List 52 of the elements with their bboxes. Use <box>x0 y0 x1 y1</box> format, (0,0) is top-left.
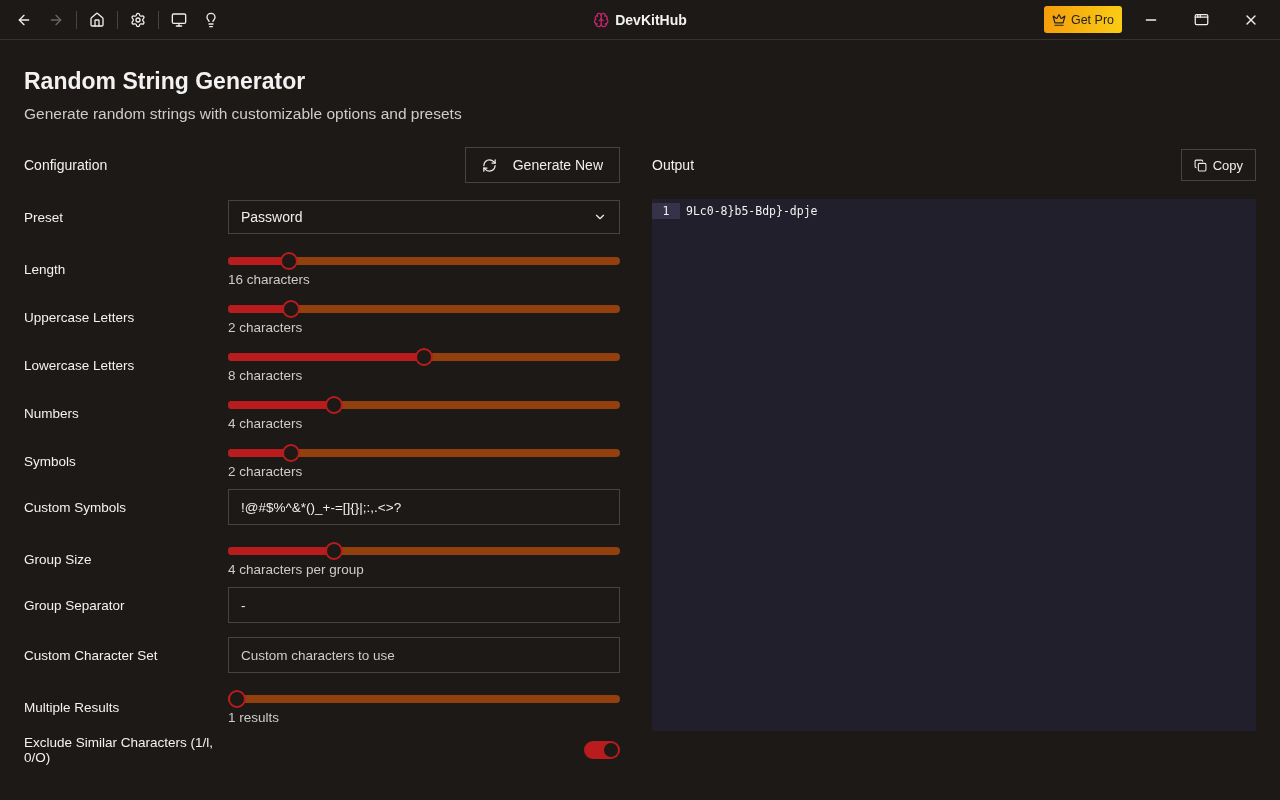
slider-thumb[interactable] <box>325 541 344 560</box>
page-subtitle: Generate random strings with customizable options and presets <box>24 105 463 123</box>
input-field[interactable]: !@#$%^&*()_+-=[]{}|;:,.<>? <box>228 489 620 525</box>
slider-value: 4 characters <box>228 415 304 431</box>
brain-icon <box>593 11 610 28</box>
slider-thumb[interactable] <box>280 251 299 270</box>
slider-thumb[interactable] <box>282 443 301 462</box>
field-label: Uppercase Letters <box>24 309 136 325</box>
slider[interactable] <box>228 251 620 270</box>
copy-button[interactable]: Copy <box>1180 149 1256 181</box>
generate-button[interactable]: Generate New <box>464 147 620 183</box>
field-label: Symbols <box>24 453 77 469</box>
slider-thumb[interactable] <box>228 689 246 708</box>
field-label: Numbers <box>24 405 80 421</box>
slider[interactable] <box>228 443 620 462</box>
get-pro-button[interactable]: Get Pro <box>1043 6 1122 33</box>
slider-thumb[interactable] <box>325 395 344 414</box>
line-number: 1 <box>652 203 680 219</box>
slider-value: 8 characters <box>228 367 304 383</box>
slider[interactable] <box>228 541 620 560</box>
refresh-icon <box>481 157 497 173</box>
page-title: Random String Generator <box>24 68 307 95</box>
slider[interactable] <box>228 395 620 414</box>
preset-dropdown[interactable]: Password <box>228 200 620 234</box>
slider-thumb[interactable] <box>415 347 433 366</box>
field-label: Lowercase Letters <box>24 357 136 373</box>
field-label: Custom Character Set <box>24 647 159 663</box>
slider-value: 1 results <box>228 709 281 725</box>
field-label: Multiple Results <box>24 699 121 715</box>
output-text: 9Lc0-8}b5-Bdp}-dpje <box>686 204 818 218</box>
toggle-switch[interactable] <box>584 741 620 759</box>
field-label: Custom Symbols <box>24 499 128 515</box>
crown-icon <box>1051 12 1066 27</box>
section-heading: Output <box>652 157 695 173</box>
field-label: Group Separator <box>24 597 126 613</box>
field-label: Group Size <box>24 551 93 567</box>
app-title: DevKitHub <box>615 11 687 28</box>
slider-thumb[interactable] <box>282 299 301 318</box>
slider-value: 2 characters <box>228 463 304 479</box>
field-label: Preset <box>24 209 65 225</box>
input-field[interactable]: Custom characters to use <box>228 637 620 673</box>
slider[interactable] <box>228 299 620 318</box>
slider-value: 2 characters <box>228 319 304 335</box>
field-label: Length <box>24 261 67 277</box>
copy-icon <box>1193 158 1207 172</box>
slider-value: 4 characters per group <box>228 561 365 577</box>
section-heading: Configuration <box>24 157 108 173</box>
slider-value: 16 characters <box>228 271 311 287</box>
input-field[interactable]: - <box>228 587 620 623</box>
slider[interactable] <box>228 347 620 366</box>
field-label: Exclude Similar Characters (1/l, 0/O) <box>24 735 215 765</box>
slider[interactable] <box>228 689 620 708</box>
